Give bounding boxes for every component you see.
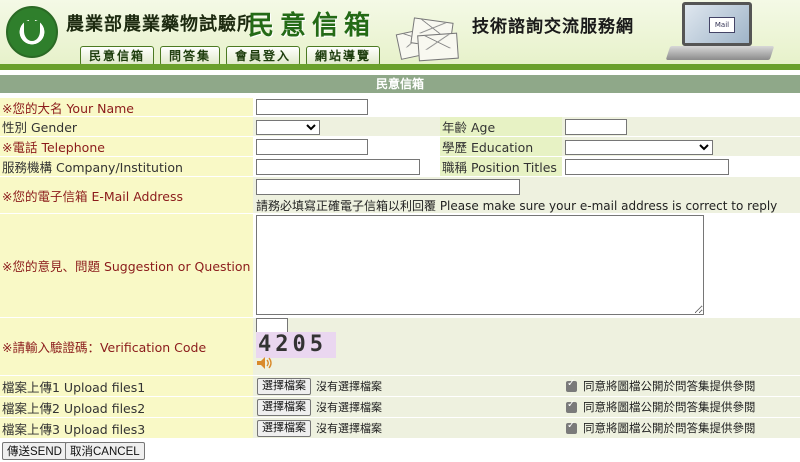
consent-label-2: 同意將圖檔公開於問答集提供參閱 [583,400,756,414]
consent-label-1: 同意將圖檔公開於問答集提供參閱 [583,379,756,393]
upload-label-2: 檔案上傳2 Upload files2 [0,397,253,418]
main-nav: 民意信箱 問答集 會員登入 網站導覽 [80,46,381,66]
nav-sitemap[interactable]: 網站導覽 [306,46,381,66]
file-status-1: 沒有選擇檔案 [316,380,382,393]
phone-input[interactable] [256,139,368,155]
upload-label-3: 檔案上傳3 Upload files3 [0,418,253,439]
consent-checkbox-1[interactable] [566,378,577,392]
nav-member-login[interactable]: 會員登入 [226,46,301,66]
institution-logo[interactable] [6,6,58,58]
envelopes-icon [395,6,462,62]
education-label: 學歷 Education [440,137,562,157]
phone-education-row: ※電話 Telephone 學歷 Education [0,137,800,157]
position-input[interactable] [565,159,729,175]
consent-label-3: 同意將圖檔公開於問答集提供參閱 [583,421,756,435]
audio-captcha-icon[interactable] [256,356,274,370]
company-position-row: 服務機構 Company/Institution 職稱 Position Tit… [0,157,800,177]
laptop-mail-icon: Mail [662,2,782,66]
choose-file-button-3[interactable]: 選擇檔案 [257,419,311,437]
consent-checkbox-3[interactable] [566,420,577,434]
file-status-2: 沒有選擇檔案 [316,401,382,414]
gender-age-row: 性別 Gender 年齡 Age [0,117,800,137]
name-label: ※您的大名 Your Name [0,98,253,117]
choose-file-button-2[interactable]: 選擇檔案 [257,398,311,416]
upload-row-1: 檔案上傳1 Upload files1 選擇檔案 沒有選擇檔案 同意將圖檔公開於… [0,376,800,397]
institution-name: 農業部農業藥物試驗所 [66,14,256,35]
captcha-code: 4205 [258,332,327,357]
position-label: 職稱 Position Titles [440,157,562,177]
name-input[interactable] [256,99,368,115]
captcha-image: 4205 [256,332,336,358]
age-input[interactable] [565,119,627,135]
mail-icon: Mail [709,17,735,33]
nav-faq[interactable]: 問答集 [160,46,221,66]
suggestion-row: ※您的意見、問題 Suggestion or Question [0,214,800,318]
company-label: 服務機構 Company/Institution [0,157,253,177]
send-button[interactable]: 傳送SEND [2,442,67,460]
email-hint: 請務必填寫正確電子信箱以利回覆 Please make sure your e-… [256,199,778,213]
company-input[interactable] [256,159,420,175]
site-header: 農業部農業藥物試驗所 民意信箱 技術諮詢交流服務網 Mail 民意信箱 問答集 … [0,0,800,70]
nav-mailbox[interactable]: 民意信箱 [80,46,155,66]
service-title: 技術諮詢交流服務網 [472,17,634,37]
email-label: ※您的電子信箱 E-Mail Address [0,177,253,214]
file-status-3: 沒有選擇檔案 [316,422,382,435]
mailbox-title: 民意信箱 [248,11,377,41]
header-divider [0,64,800,70]
phone-label: ※電話 Telephone [0,137,253,157]
gender-label: 性別 Gender [0,117,253,137]
gender-select[interactable] [256,120,320,135]
education-select[interactable] [565,140,713,155]
email-row: ※您的電子信箱 E-Mail Address 請務必填寫正確電子信箱以利回覆 P… [0,177,800,214]
choose-file-button-1[interactable]: 選擇檔案 [257,377,311,395]
verification-label: ※請輸入驗證碼：Verification Code [0,318,253,376]
email-input[interactable] [256,179,520,195]
verification-row: ※請輸入驗證碼：Verification Code [0,318,800,376]
suggestion-textarea[interactable] [256,215,704,315]
upload-row-3: 檔案上傳3 Upload files3 選擇檔案 沒有選擇檔案 同意將圖檔公開於… [0,418,800,439]
suggestion-label: ※您的意見、問題 Suggestion or Question [0,214,253,318]
age-label: 年齡 Age [440,117,562,137]
upload-label-1: 檔案上傳1 Upload files1 [0,376,253,397]
name-row: ※您的大名 Your Name [0,98,800,117]
consent-checkbox-2[interactable] [566,399,577,413]
form-title: 民意信箱 [0,75,800,93]
upload-row-2: 檔案上傳2 Upload files2 選擇檔案 沒有選擇檔案 同意將圖檔公開於… [0,397,800,418]
cancel-button[interactable]: 取消CANCEL [65,442,145,460]
